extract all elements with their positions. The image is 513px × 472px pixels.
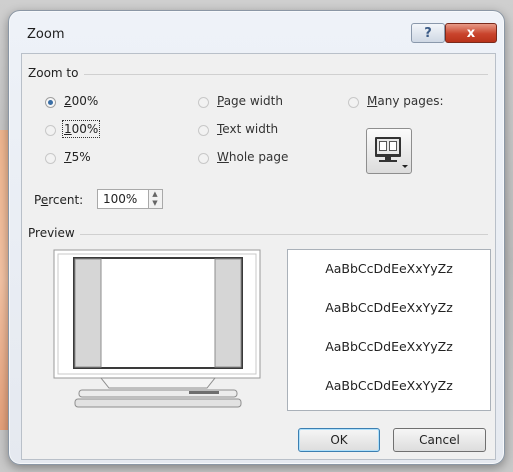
- chevron-down-icon[interactable]: ▼: [149, 199, 161, 208]
- zoom-to-label: Zoom to: [28, 66, 79, 80]
- radio-100-label[interactable]: 100%: [61, 120, 101, 138]
- zoom-dialog: Zoom ? x Zoom to 200% 100% 75% Page widt…: [8, 10, 505, 465]
- radio-many-pages[interactable]: [348, 97, 359, 108]
- radio-whole-page[interactable]: [198, 153, 209, 164]
- radio-page-width[interactable]: [198, 97, 209, 108]
- dialog-title: Zoom: [27, 27, 65, 42]
- radio-100[interactable]: [45, 125, 56, 136]
- close-icon: x: [466, 25, 476, 41]
- percent-input[interactable]: 100%: [97, 189, 149, 209]
- radio-text-width-label[interactable]: Text width: [217, 122, 278, 136]
- dialog-client-area: Zoom to 200% 100% 75% Page width Text wi…: [21, 53, 496, 460]
- preview-separator: [80, 234, 488, 235]
- zoom-to-separator: [84, 74, 488, 75]
- sample-text-line: AaBbCcDdEeXxYyZz: [325, 378, 453, 393]
- percent-spinner[interactable]: ▲ ▼: [149, 189, 163, 209]
- monitor-preview-icon: [53, 249, 261, 408]
- title-bar: Zoom ? x: [9, 11, 504, 45]
- help-button[interactable]: ?: [411, 23, 445, 43]
- page-preview: [39, 247, 275, 417]
- close-button[interactable]: x: [445, 23, 497, 43]
- many-pages-button[interactable]: [366, 128, 412, 174]
- percent-label: Percent:: [34, 193, 84, 207]
- radio-75[interactable]: [45, 153, 56, 164]
- radio-200-label[interactable]: 200%: [64, 94, 98, 108]
- ok-button[interactable]: OK: [298, 428, 380, 452]
- monitor-pages-icon: [375, 137, 408, 168]
- sample-text-line: AaBbCcDdEeXxYyZz: [325, 300, 453, 315]
- radio-text-width[interactable]: [198, 125, 209, 136]
- radio-75-label[interactable]: 75%: [64, 150, 91, 164]
- chevron-up-icon[interactable]: ▲: [149, 190, 161, 199]
- preview-label: Preview: [28, 226, 75, 240]
- sample-text-line: AaBbCcDdEeXxYyZz: [325, 261, 453, 276]
- radio-many-pages-label[interactable]: Many pages:: [367, 94, 444, 108]
- sample-text-preview: AaBbCcDdEeXxYyZz AaBbCcDdEeXxYyZz AaBbCc…: [287, 249, 491, 411]
- radio-200[interactable]: [45, 97, 56, 108]
- radio-whole-page-label[interactable]: Whole page: [217, 150, 288, 164]
- radio-page-width-label[interactable]: Page width: [217, 94, 283, 108]
- question-mark-icon: ?: [424, 25, 432, 41]
- cancel-button[interactable]: Cancel: [393, 428, 486, 452]
- sample-text-line: AaBbCcDdEeXxYyZz: [325, 339, 453, 354]
